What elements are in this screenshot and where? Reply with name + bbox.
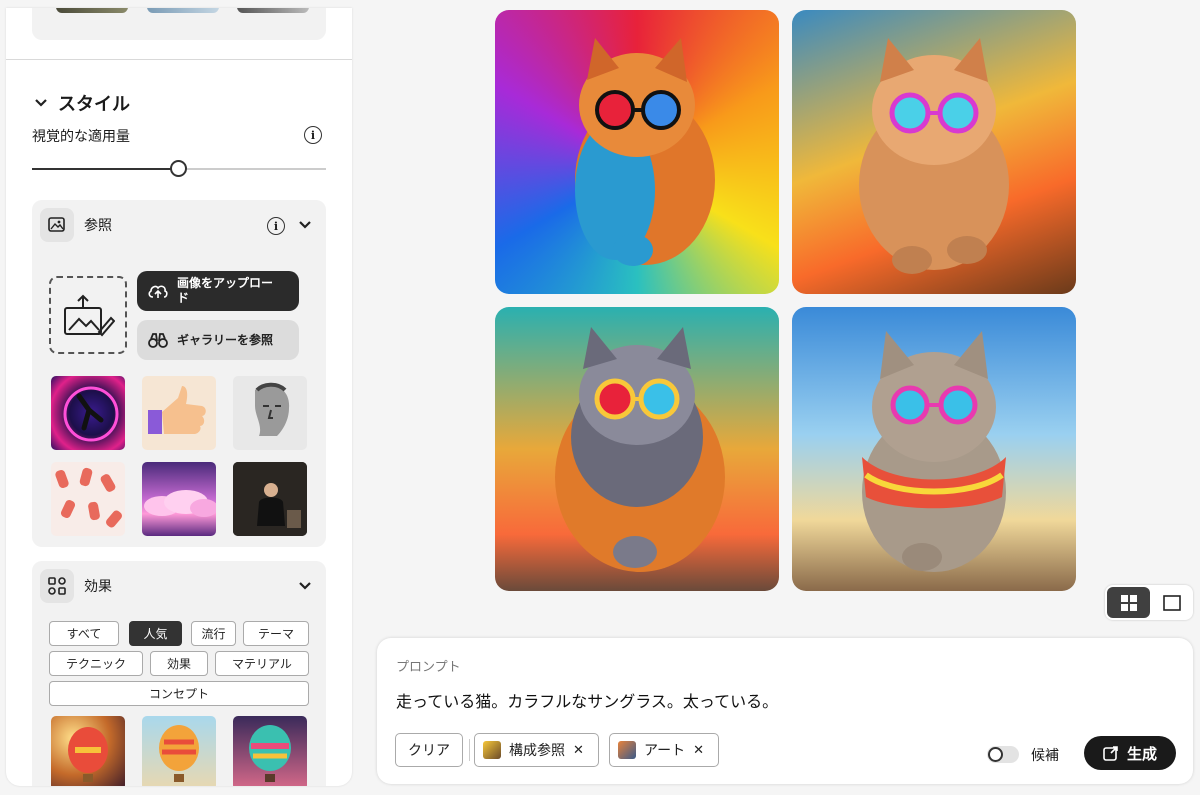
reference-thumbnail[interactable]: [51, 462, 125, 536]
tag-thumbnail: [483, 741, 501, 759]
effect-thumbnail[interactable]: [233, 716, 307, 786]
reference-thumbnail[interactable]: [142, 462, 216, 536]
effects-header[interactable]: 効果: [40, 569, 112, 603]
tag-art: アート ✕: [609, 733, 719, 767]
tag-composition-reference: 構成参照 ✕: [474, 733, 599, 767]
style-section-header[interactable]: スタイル: [34, 90, 130, 116]
slider-handle[interactable]: [170, 160, 187, 177]
clear-button[interactable]: クリア: [395, 733, 463, 767]
separator: [469, 739, 470, 761]
chevron-down-icon[interactable]: [298, 579, 312, 593]
view-mode-toggle: [1105, 585, 1193, 620]
generated-image-4[interactable]: [792, 307, 1076, 591]
reference-thumbnail[interactable]: [233, 462, 307, 536]
reference-card: 参照 i 画像をアップロード ギャラリーを参照: [32, 200, 326, 547]
reference-thumbnail[interactable]: [142, 376, 216, 450]
effects-card: 効果 すべて 人気 流行 テーマ テクニック 効果 マテリアル コンセプト: [32, 561, 326, 786]
close-icon[interactable]: ✕: [693, 743, 704, 758]
generate-button[interactable]: 生成: [1084, 736, 1176, 770]
suggestions-toggle[interactable]: [987, 746, 1019, 763]
visual-intensity-slider[interactable]: [32, 160, 326, 177]
upload-button-label: 画像をアップロード: [177, 276, 274, 305]
gallery-button-label: ギャラリーを参照: [177, 332, 274, 347]
chip-all[interactable]: すべて: [49, 621, 119, 646]
left-panel: スタイル 視覚的な適用量 i 参照 i 画像をアップロード ギャラリーを参照 効…: [6, 8, 352, 786]
grid-icon: [1120, 594, 1137, 611]
info-icon[interactable]: i: [304, 126, 322, 144]
binoculars-icon: [148, 333, 168, 348]
prompt-input[interactable]: 走っている猫。カラフルなサングラス。太っている。: [396, 688, 778, 712]
close-icon[interactable]: ✕: [573, 743, 584, 758]
generate-button-label: 生成: [1126, 744, 1157, 763]
thumbnail[interactable]: [56, 8, 128, 13]
chip-trending[interactable]: 流行: [191, 621, 236, 646]
reference-thumbnail[interactable]: [233, 376, 307, 450]
single-view-button[interactable]: [1152, 587, 1191, 618]
generated-image-3[interactable]: [495, 307, 779, 591]
chip-concept[interactable]: コンセプト: [49, 681, 309, 706]
grid-view-button[interactable]: [1107, 587, 1150, 618]
chip-technique[interactable]: テクニック: [49, 651, 143, 676]
chevron-down-icon[interactable]: [298, 218, 312, 232]
square-icon: [1162, 594, 1181, 611]
upload-image-button[interactable]: 画像をアップロード: [137, 271, 299, 311]
chip-theme[interactable]: テーマ: [243, 621, 309, 646]
cloud-upload-icon: [148, 285, 168, 298]
effect-thumbnail[interactable]: [51, 716, 125, 786]
clear-button-label: クリア: [408, 743, 450, 759]
chip-popular[interactable]: 人気: [129, 621, 182, 646]
chip-material[interactable]: マテリアル: [215, 651, 309, 676]
reference-title: 参照: [84, 218, 112, 234]
browse-gallery-button[interactable]: ギャラリーを参照: [137, 320, 299, 360]
generated-image-1[interactable]: [495, 10, 779, 294]
thumbnail[interactable]: [147, 8, 219, 13]
reference-header[interactable]: 参照: [40, 208, 112, 242]
divider: [6, 59, 352, 60]
upload-image-icon: [64, 294, 115, 337]
thumbnail[interactable]: [237, 8, 309, 13]
reference-image-icon: [40, 208, 74, 242]
slider-fill: [32, 168, 178, 170]
tag-thumbnail: [618, 741, 636, 759]
suggestions-label: 候補: [1031, 748, 1059, 764]
prompt-label: プロンプト: [396, 660, 461, 675]
visual-intensity-label: 視覚的な適用量: [32, 129, 130, 145]
generated-image-2[interactable]: [792, 10, 1076, 294]
image-drop-zone[interactable]: [49, 276, 127, 354]
effects-title: 効果: [84, 579, 112, 595]
style-section-title: スタイル: [58, 94, 130, 115]
prompt-panel: プロンプト 走っている猫。カラフルなサングラス。太っている。 クリア 構成参照 …: [377, 638, 1193, 784]
chevron-down-icon: [35, 99, 47, 107]
tag-label: 構成参照: [509, 743, 565, 759]
effects-icon: [40, 569, 74, 603]
previous-section-card: [32, 8, 326, 40]
reference-thumbnail[interactable]: [51, 376, 125, 450]
generate-icon: [1103, 746, 1118, 761]
effect-thumbnail[interactable]: [142, 716, 216, 786]
tag-label: アート: [644, 743, 686, 759]
chip-effect[interactable]: 効果: [150, 651, 208, 676]
toggle-knob: [988, 747, 1003, 762]
info-icon[interactable]: i: [267, 217, 285, 235]
